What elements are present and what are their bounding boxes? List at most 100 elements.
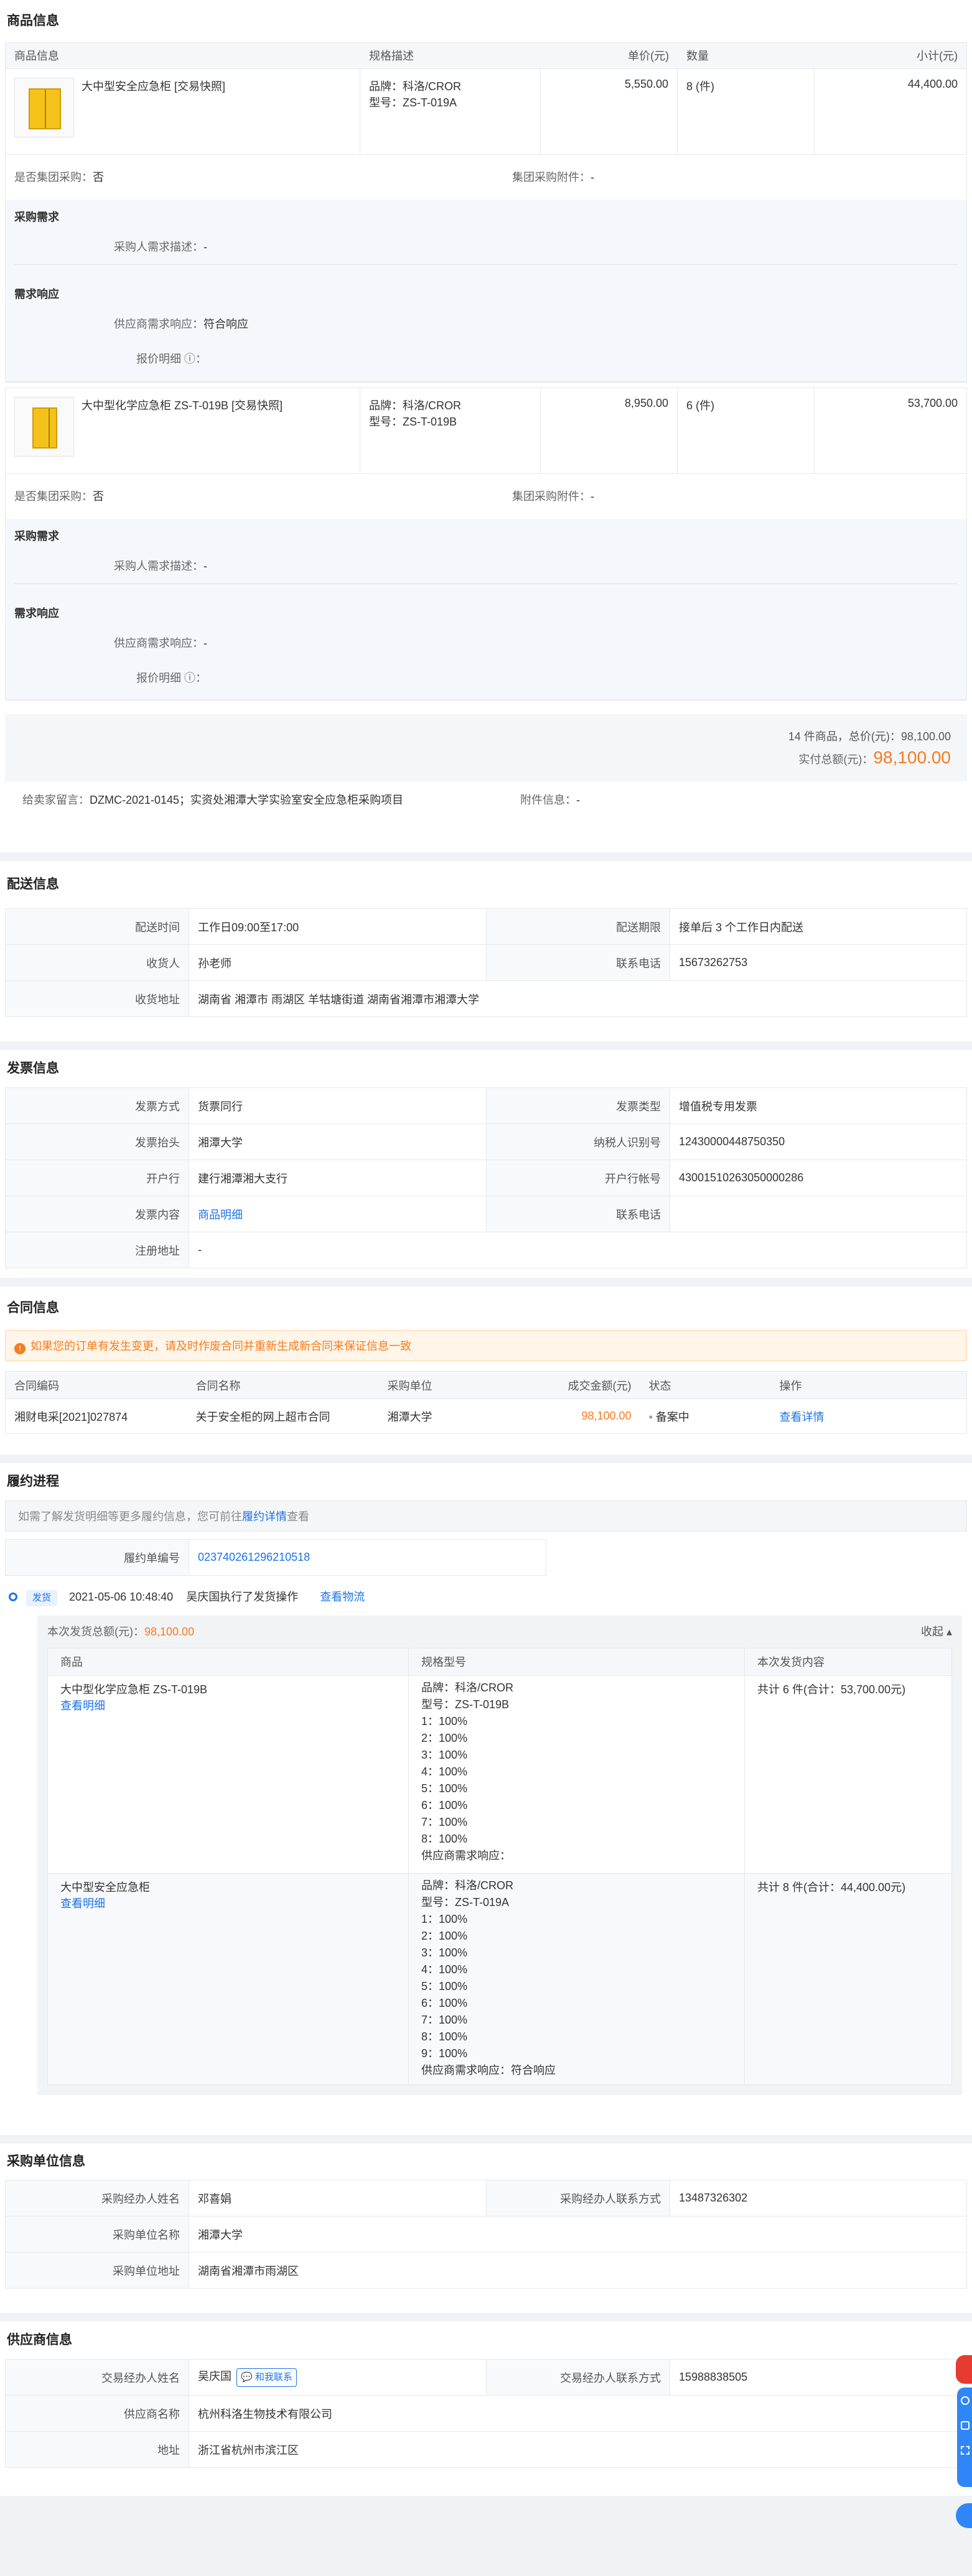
goods-title: 商品信息 xyxy=(7,14,59,28)
spec-line: 7：100% xyxy=(421,2014,468,2026)
kv-value: 货票同行 xyxy=(189,1087,487,1124)
kv-value: 湖南省 湘潭市 雨湖区 羊牯塘街道 湖南省湘潭市湘潭大学 xyxy=(189,980,967,1017)
ship-item-content: 共计 6 件(合计：53,700.00元) xyxy=(744,1675,952,1874)
kv-key: 收货人 xyxy=(5,944,189,981)
delivery-section: 配送信息 配送时间 工作日09:00至17:00 配送期限 接单后 3 个工作日内配送… xyxy=(0,861,972,1041)
contract-section: 合同信息 ! 如果您的订单有发生变更，请及时作废合同并重新生成新合同来保证信息一致… xyxy=(0,1286,972,1454)
invoice-section: 发票信息 发票方式 货票同行 发票类型 增值税专用发票 发票抬头 湘潭大学 纳税人识别号 1… xyxy=(0,1050,972,1278)
goods-section: 商品信息 商品信息 规格描述 单价(元) 数量 小计(元) 大中型安全应急柜 [… xyxy=(0,0,972,852)
ship-time: 2021-05-06 10:48:40 xyxy=(69,1591,174,1603)
product-thumbnail[interactable] xyxy=(14,78,74,137)
group-purchase-label: 是否集团采购： xyxy=(14,171,93,184)
ship-actor: 吴庆国执行了发货操作 xyxy=(186,1591,299,1603)
contract-alert-text: 如果您的订单有发生变更，请及时作废合同并重新生成新合同来保证信息一致 xyxy=(30,1340,411,1352)
buyer-note: 给卖家留言：DZMC-2021-0145；实资处湘潭大学实验室安全应急柜采购项目… xyxy=(5,781,967,819)
spec-line: 5：100% xyxy=(421,1782,468,1795)
kv-key: 发票内容 xyxy=(5,1196,189,1232)
view-detail-link[interactable]: 查看明细 xyxy=(60,1895,396,1911)
play-icon[interactable] xyxy=(961,2421,970,2430)
spec-line: 3：100% xyxy=(421,1749,468,1761)
warning-icon: ! xyxy=(14,1343,26,1354)
contract-status: • 备案中 xyxy=(640,1398,771,1434)
kv-key: 采购经办人姓名 xyxy=(5,2180,189,2216)
shipment-table: 商品 规格型号 本次发货内容 大中型化学应急柜 ZS-T-019B 查看明细 品牌：科… xyxy=(47,1648,952,2085)
order-number-link[interactable]: 023740261296210518 xyxy=(189,1539,546,1576)
kv-value: 孙老师 xyxy=(189,944,487,981)
kv-value: 杭州科洛生物技术有限公司 xyxy=(189,2395,967,2432)
contract-buyer: 湘潭大学 xyxy=(378,1398,516,1434)
kv-key: 配送期限 xyxy=(486,908,670,945)
product-qty: 6 (件) xyxy=(678,388,815,473)
kv-key: 开户行帐号 xyxy=(486,1160,670,1196)
product-brand: 品牌：科洛/CROR xyxy=(369,80,461,93)
buyer-title: 采购单位信息 xyxy=(7,2154,85,2169)
product-name-link[interactable]: 大中型安全应急柜 [交易快照] xyxy=(82,80,225,93)
kv-value: 13487326302 xyxy=(670,2180,967,2216)
supplier-title: 供应商信息 xyxy=(7,2333,72,2347)
buyer-table: 采购经办人姓名 邓喜娟 采购经办人联系方式 13487326302 采购单位名称 湘潭大… xyxy=(5,2180,967,2289)
product-thumbnail[interactable] xyxy=(14,397,74,457)
product-row: 大中型安全应急柜 [交易快照] 品牌：科洛/CROR 型号：ZS-T-019A 5… xyxy=(6,69,966,155)
product-extra: 是否集团采购：否 集团采购附件：- 采购需求 采购人需求描述：- 需求响应 供应商… xyxy=(6,474,966,700)
kv-value xyxy=(670,1196,967,1232)
note-label: 给卖家留言： xyxy=(22,794,90,806)
spec-line: 4：100% xyxy=(421,1765,468,1778)
spec-line: 型号：ZS-T-019B xyxy=(421,1698,510,1711)
ship-item-name: 大中型化学应急柜 ZS-T-019B xyxy=(60,1683,208,1696)
note-attach-label: 附件信息： xyxy=(520,794,576,806)
purchase-req-title: 采购需求 xyxy=(14,211,59,223)
kv-value: 建行湘潭湘大支行 xyxy=(189,1160,487,1196)
view-detail-link[interactable]: 查看明细 xyxy=(60,1697,396,1713)
group-purchase-label: 是否集团采购： xyxy=(14,490,93,503)
collapse-toggle[interactable]: 收起 ▴ xyxy=(921,1616,952,1648)
header-goods: 商品 xyxy=(47,1648,409,1676)
spec-line: 3：100% xyxy=(421,1946,468,1959)
product-subtotal: 53,700.00 xyxy=(907,397,958,409)
response-label: 供应商需求响应： xyxy=(114,637,203,649)
assistant-avatar-icon[interactable] xyxy=(956,2355,972,2384)
paid-label: 实付总额(元)： xyxy=(798,753,874,766)
ship-total-value: 98,100.00 xyxy=(144,1625,195,1638)
contact-btn-label: 和我联系 xyxy=(255,2372,292,2383)
kv-value: 湘潭大学 xyxy=(189,1123,487,1160)
buyer-section: 采购单位信息 采购经办人姓名 邓喜娟 采购经办人联系方式 13487326302 采购… xyxy=(0,2144,972,2313)
product-model: 型号：ZS-T-019A xyxy=(369,96,457,109)
product-block-2: 大中型化学应急柜 ZS-T-019B [交易快照] 品牌：科洛/CROR 型号：Z… xyxy=(5,388,967,700)
product-name-link[interactable]: 大中型化学应急柜 ZS-T-019B [交易快照] xyxy=(82,399,283,412)
contact-me-button[interactable]: 💬 和我联系 xyxy=(236,2368,297,2387)
group-attach-value: - xyxy=(591,490,594,503)
ship-item-specs: 品牌：科洛/CROR 型号：ZS-T-019B 1：100% 2：100% 3：100%… xyxy=(408,1675,745,1874)
kv-value: 15673262753 xyxy=(670,944,967,981)
performance-detail-link[interactable]: 履约详情 xyxy=(242,1510,287,1523)
invoice-content-link[interactable]: 商品明细 xyxy=(189,1196,487,1232)
header-contract-name: 合同名称 xyxy=(187,1371,379,1399)
status-text: 备案中 xyxy=(655,1410,689,1423)
grid-icon[interactable] xyxy=(961,2446,970,2455)
view-logistics-link[interactable]: 查看物流 xyxy=(320,1591,365,1603)
note-attach-value: - xyxy=(576,794,580,806)
chat-icon[interactable] xyxy=(961,2396,970,2405)
kv-key: 收货地址 xyxy=(5,980,189,1017)
product-qty: 8 (件) xyxy=(678,69,815,154)
side-toolbar xyxy=(957,2388,972,2487)
order-number-table: 履约单编号 023740261296210518 xyxy=(5,1539,546,1576)
kv-value: 增值税专用发票 xyxy=(670,1087,967,1124)
order-summary: 14 件商品，总价(元)：98,100.00 实付总额(元)：98,100.00 xyxy=(5,714,967,781)
goods-table-header: 商品信息 规格描述 单价(元) 数量 小计(元) xyxy=(6,43,966,69)
table-row: 大中型安全应急柜 查看明细 品牌：科洛/CROR 型号：ZS-T-019A 1：100… xyxy=(47,1873,952,2085)
product-extra: 是否集团采购：否 集团采购附件：- 采购需求 采购人需求描述：- 需求响应 供应商… xyxy=(6,155,966,382)
product-row: 大中型化学应急柜 ZS-T-019B [交易快照] 品牌：科洛/CROR 型号：Z… xyxy=(6,388,966,474)
progress-section: 履约进程 如需了解发货明细等更多履约信息，您可前往履约详情查看 履约单编号 023… xyxy=(0,1463,972,2135)
spec-line: 5：100% xyxy=(421,1980,468,1992)
ship-tag: 发货 xyxy=(26,1590,58,1606)
view-contract-link[interactable]: 查看详情 xyxy=(770,1398,967,1434)
contract-code: 湘财电采[2021]027874 xyxy=(5,1398,187,1434)
quote-detail-label[interactable]: 报价明细 ⓘ： xyxy=(136,353,207,365)
kv-key: 发票抬头 xyxy=(5,1123,189,1160)
kv-key: 供应商名称 xyxy=(5,2395,189,2432)
spec-line: 品牌：科洛/CROR xyxy=(421,1879,513,1892)
product-price: 8,950.00 xyxy=(541,388,678,473)
response-value: 符合响应 xyxy=(203,318,248,330)
supplier-table: 交易经办人姓名 吴庆国 💬 和我联系 交易经办人联系方式 15988838505 供应商… xyxy=(5,2359,967,2468)
quote-detail-label[interactable]: 报价明细 ⓘ： xyxy=(136,672,207,684)
